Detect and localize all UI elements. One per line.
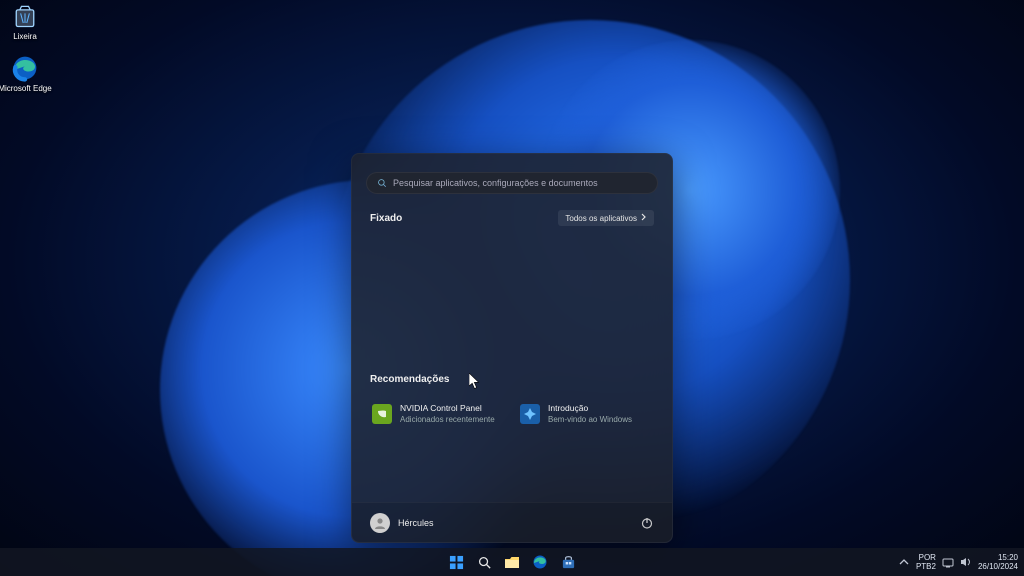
taskbar-start-button[interactable]: [445, 551, 467, 573]
clock-time: 15:20: [978, 553, 1018, 562]
network-icon[interactable]: [942, 556, 954, 568]
search-placeholder: Pesquisar aplicativos, configurações e d…: [393, 178, 598, 188]
user-name: Hércules: [398, 518, 434, 528]
tray-chevron-icon[interactable]: [898, 556, 910, 568]
clock-date: 26/10/2024: [978, 562, 1018, 571]
desktop-icon-recycle-bin[interactable]: Lixeira: [0, 2, 52, 42]
search-input[interactable]: Pesquisar aplicativos, configurações e d…: [366, 172, 658, 194]
recommendation-item-nvidia[interactable]: NVIDIA Control Panel Adicionados recente…: [368, 399, 508, 429]
recycle-bin-icon: [11, 2, 39, 30]
recommendation-item-intro[interactable]: Introdução Bem-vindo ao Windows: [516, 399, 656, 429]
start-menu: Pesquisar aplicativos, configurações e d…: [351, 153, 673, 543]
desktop-icon-label: Lixeira: [0, 32, 52, 42]
volume-icon[interactable]: [960, 556, 972, 568]
recommendation-subtitle: Bem-vindo ao Windows: [548, 414, 632, 425]
taskbar: POR PTB2 15:20 26/10/2024: [0, 548, 1024, 576]
desktop-icon-edge[interactable]: Microsoft Edge: [0, 54, 52, 94]
all-apps-button[interactable]: Todos os aplicativos: [558, 210, 654, 226]
pinned-grid: [366, 234, 658, 368]
recommendation-subtitle: Adicionados recentemente: [400, 414, 495, 425]
recommendations-heading: Recomendações: [370, 374, 449, 385]
taskbar-store-button[interactable]: [557, 551, 579, 573]
language-line2: PTB2: [916, 562, 936, 571]
intro-icon: [520, 404, 540, 424]
all-apps-label: Todos os aplicativos: [565, 214, 637, 223]
taskbar-search-button[interactable]: [473, 551, 495, 573]
clock[interactable]: 15:20 26/10/2024: [978, 553, 1018, 571]
power-button[interactable]: [640, 516, 654, 530]
recommendation-title: NVIDIA Control Panel: [400, 403, 495, 414]
chevron-right-icon: [641, 213, 647, 223]
recommendation-title: Introdução: [548, 403, 632, 414]
edge-icon: [11, 54, 39, 82]
language-line1: POR: [916, 553, 936, 562]
avatar-icon: [370, 513, 390, 533]
search-icon: [377, 178, 387, 188]
language-indicator[interactable]: POR PTB2: [916, 553, 936, 571]
desktop-icon-label: Microsoft Edge: [0, 84, 52, 94]
nvidia-icon: [372, 404, 392, 424]
taskbar-edge-button[interactable]: [529, 551, 551, 573]
user-account-button[interactable]: Hércules: [370, 513, 434, 533]
pinned-heading: Fixado: [370, 213, 402, 224]
taskbar-explorer-button[interactable]: [501, 551, 523, 573]
